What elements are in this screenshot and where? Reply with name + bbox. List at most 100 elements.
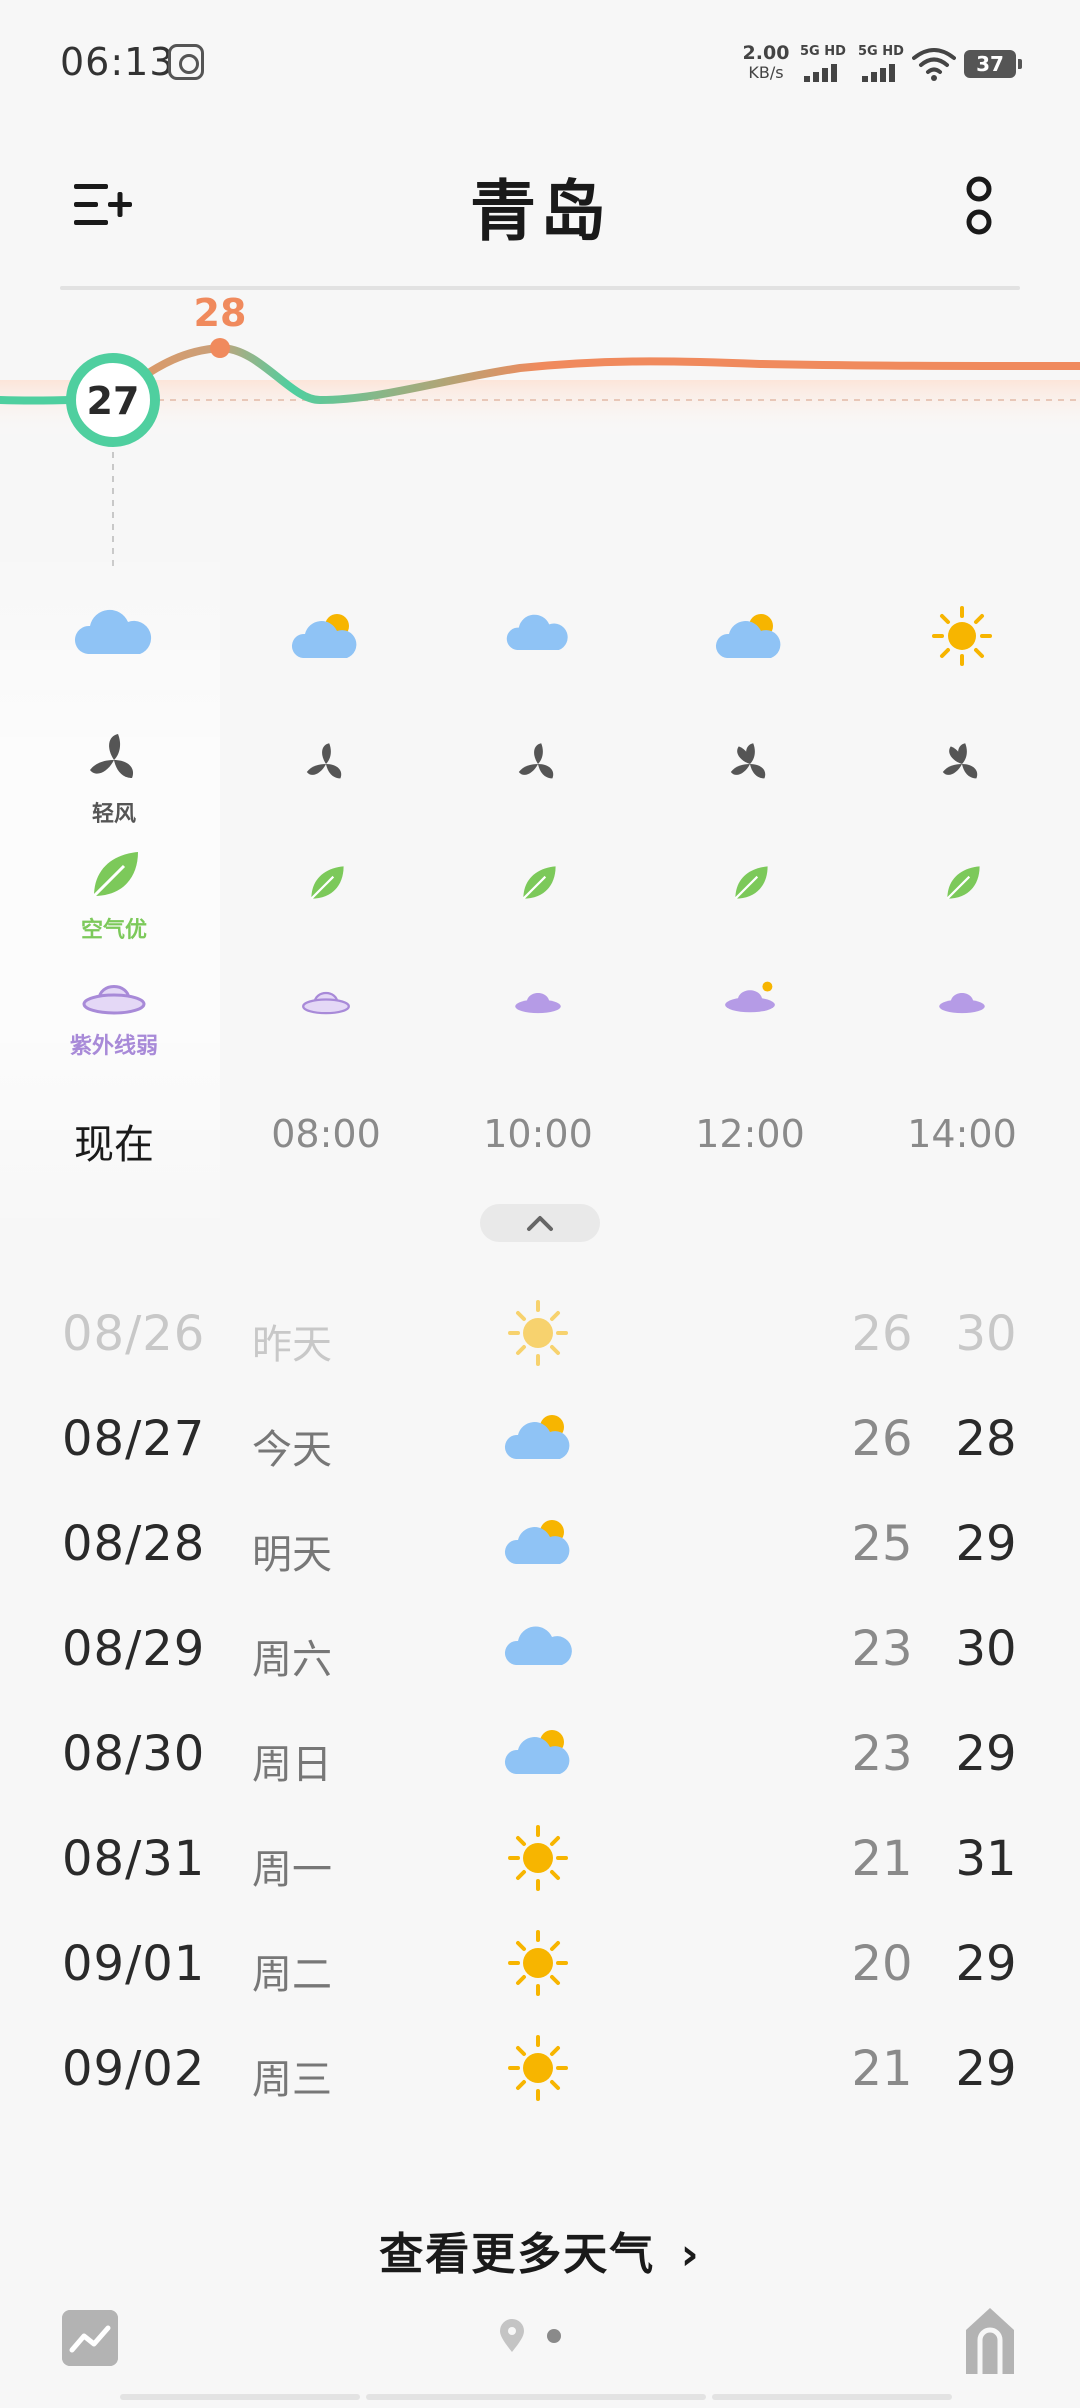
daily-row[interactable]: 08/30 周日 23 29 — [0, 1702, 1080, 1807]
hour-label: 14:00 — [907, 1112, 1017, 1156]
day-name: 周日 — [252, 1742, 332, 1788]
hour-label: 12:00 — [695, 1112, 805, 1156]
current-temp: 27 — [87, 379, 140, 423]
day-name: 昨天 — [252, 1322, 332, 1368]
gesture-nav-bar — [120, 2394, 960, 2408]
header: 青岛 — [0, 140, 1080, 280]
sun-hat-icon — [939, 993, 985, 1014]
wind-icon — [730, 743, 766, 779]
day-name: 周六 — [252, 1637, 332, 1683]
day-name: 周一 — [252, 1847, 332, 1893]
wind-label: 轻风 — [91, 802, 136, 827]
daily-row[interactable]: 08/29 周六 23 30 — [0, 1597, 1080, 1702]
day-low-temp: 20 — [851, 1936, 913, 1992]
partly-cloudy-icon — [291, 614, 357, 658]
daily-row[interactable]: 09/01 周二 20 29 — [0, 1912, 1080, 2017]
hour-label-now: 现在 — [74, 1122, 154, 1168]
sunny-icon — [508, 1825, 568, 1891]
leaf-icon — [946, 866, 980, 900]
day-high-temp: 29 — [955, 2041, 1017, 2097]
peak-temp-label: 28 — [194, 291, 247, 335]
air-quality-label: 空气优 — [80, 918, 147, 943]
day-low-temp: 26 — [851, 1411, 913, 1467]
leaf-icon — [310, 866, 344, 900]
daily-row[interactable]: 08/27 今天 26 28 — [0, 1387, 1080, 1492]
cloudy-icon — [504, 1626, 572, 1665]
day-name: 今天 — [252, 1427, 332, 1473]
day-date: 08/28 — [62, 1516, 206, 1572]
network-speed: 2.00 KB/s — [738, 42, 794, 83]
day-date: 08/27 — [62, 1411, 206, 1467]
trend-chart-icon[interactable] — [62, 2310, 118, 2366]
battery-icon: 37 — [964, 50, 1022, 78]
partly-cloudy-icon — [504, 1520, 570, 1564]
day-low-temp: 23 — [851, 1726, 913, 1782]
sun-hat-icon — [725, 981, 775, 1013]
day-date: 08/26 — [62, 1306, 206, 1362]
collapse-button[interactable] — [480, 1204, 600, 1242]
day-date: 08/31 — [62, 1831, 206, 1887]
daily-row[interactable]: 09/02 周三 21 29 — [0, 2017, 1080, 2122]
wind-icon — [90, 734, 134, 778]
day-high-temp: 29 — [955, 1936, 1017, 1992]
day-date: 08/29 — [62, 1621, 206, 1677]
network-speed-value: 2.00 — [742, 42, 790, 64]
partly-cloudy-icon — [715, 614, 781, 658]
status-bar: 06:13 2.00 KB/s 5G HD 5G HD 37 — [0, 0, 1080, 120]
more-options-icon[interactable] — [954, 172, 1004, 244]
notification-app-icon — [168, 44, 204, 80]
daily-row[interactable]: 08/28 明天 25 29 — [0, 1492, 1080, 1597]
sun-hat-icon — [82, 985, 146, 1015]
day-low-temp: 23 — [851, 1621, 913, 1677]
status-time: 06:13 — [60, 40, 175, 84]
sim1-signal-icon: 5G HD — [800, 44, 846, 82]
day-date: 09/02 — [62, 2041, 206, 2097]
day-low-temp: 25 — [851, 1516, 913, 1572]
day-name: 周三 — [252, 2057, 332, 2103]
hourly-forecast[interactable]: 28 27 轻风 空气优 紫外线弱 现在 08:00 10:00 12:00 1… — [0, 290, 1080, 1240]
cloudy-icon — [506, 614, 568, 650]
day-high-temp: 30 — [955, 1621, 1017, 1677]
sim2-signal-icon: 5G HD — [858, 44, 904, 82]
leaf-icon — [92, 852, 138, 898]
day-low-temp: 26 — [851, 1306, 913, 1362]
city-title: 青岛 — [470, 173, 610, 250]
partly-cloudy-icon — [504, 1730, 570, 1774]
hour-label: 10:00 — [483, 1112, 593, 1156]
more-weather-label: 查看更多天气 — [379, 2229, 656, 2280]
wind-icon — [306, 743, 342, 779]
more-weather-link[interactable]: 查看更多天气 › — [0, 2218, 1080, 2282]
day-high-temp: 31 — [955, 1831, 1017, 1887]
wifi-icon — [912, 48, 956, 81]
sunny-icon — [932, 606, 992, 666]
day-low-temp: 21 — [851, 2041, 913, 2097]
wind-icon — [942, 743, 978, 779]
sunny-icon — [508, 2035, 568, 2101]
sunny-icon — [508, 1300, 568, 1366]
hour-label: 08:00 — [271, 1112, 381, 1156]
day-low-temp: 21 — [851, 1831, 913, 1887]
share-icon[interactable] — [962, 2304, 1018, 2376]
uv-label: 紫外线弱 — [69, 1034, 158, 1059]
leaf-icon — [734, 866, 768, 900]
day-date: 08/30 — [62, 1726, 206, 1782]
sun-hat-icon — [302, 991, 350, 1015]
day-high-temp: 30 — [955, 1306, 1017, 1362]
weather-screen: 06:13 2.00 KB/s 5G HD 5G HD 37 青岛 28 27 … — [0, 0, 1080, 2408]
sunny-icon — [508, 1930, 568, 1996]
day-name: 周二 — [252, 1952, 332, 1998]
sim2-label: 5G HD — [858, 44, 904, 59]
network-speed-unit: KB/s — [748, 63, 784, 82]
chevron-up-icon — [527, 1216, 553, 1231]
sun-hat-icon — [515, 993, 561, 1014]
day-high-temp: 29 — [955, 1516, 1017, 1572]
chevron-right-icon: › — [680, 2229, 701, 2280]
cloudy-icon — [74, 609, 152, 654]
leaf-icon — [522, 866, 556, 900]
daily-row[interactable]: 08/26 昨天 26 30 — [0, 1282, 1080, 1387]
sim1-label: 5G HD — [800, 44, 846, 59]
page-indicator — [500, 2319, 561, 2352]
daily-row[interactable]: 08/31 周一 21 31 — [0, 1807, 1080, 1912]
day-high-temp: 28 — [955, 1411, 1017, 1467]
day-date: 09/01 — [62, 1936, 206, 1992]
